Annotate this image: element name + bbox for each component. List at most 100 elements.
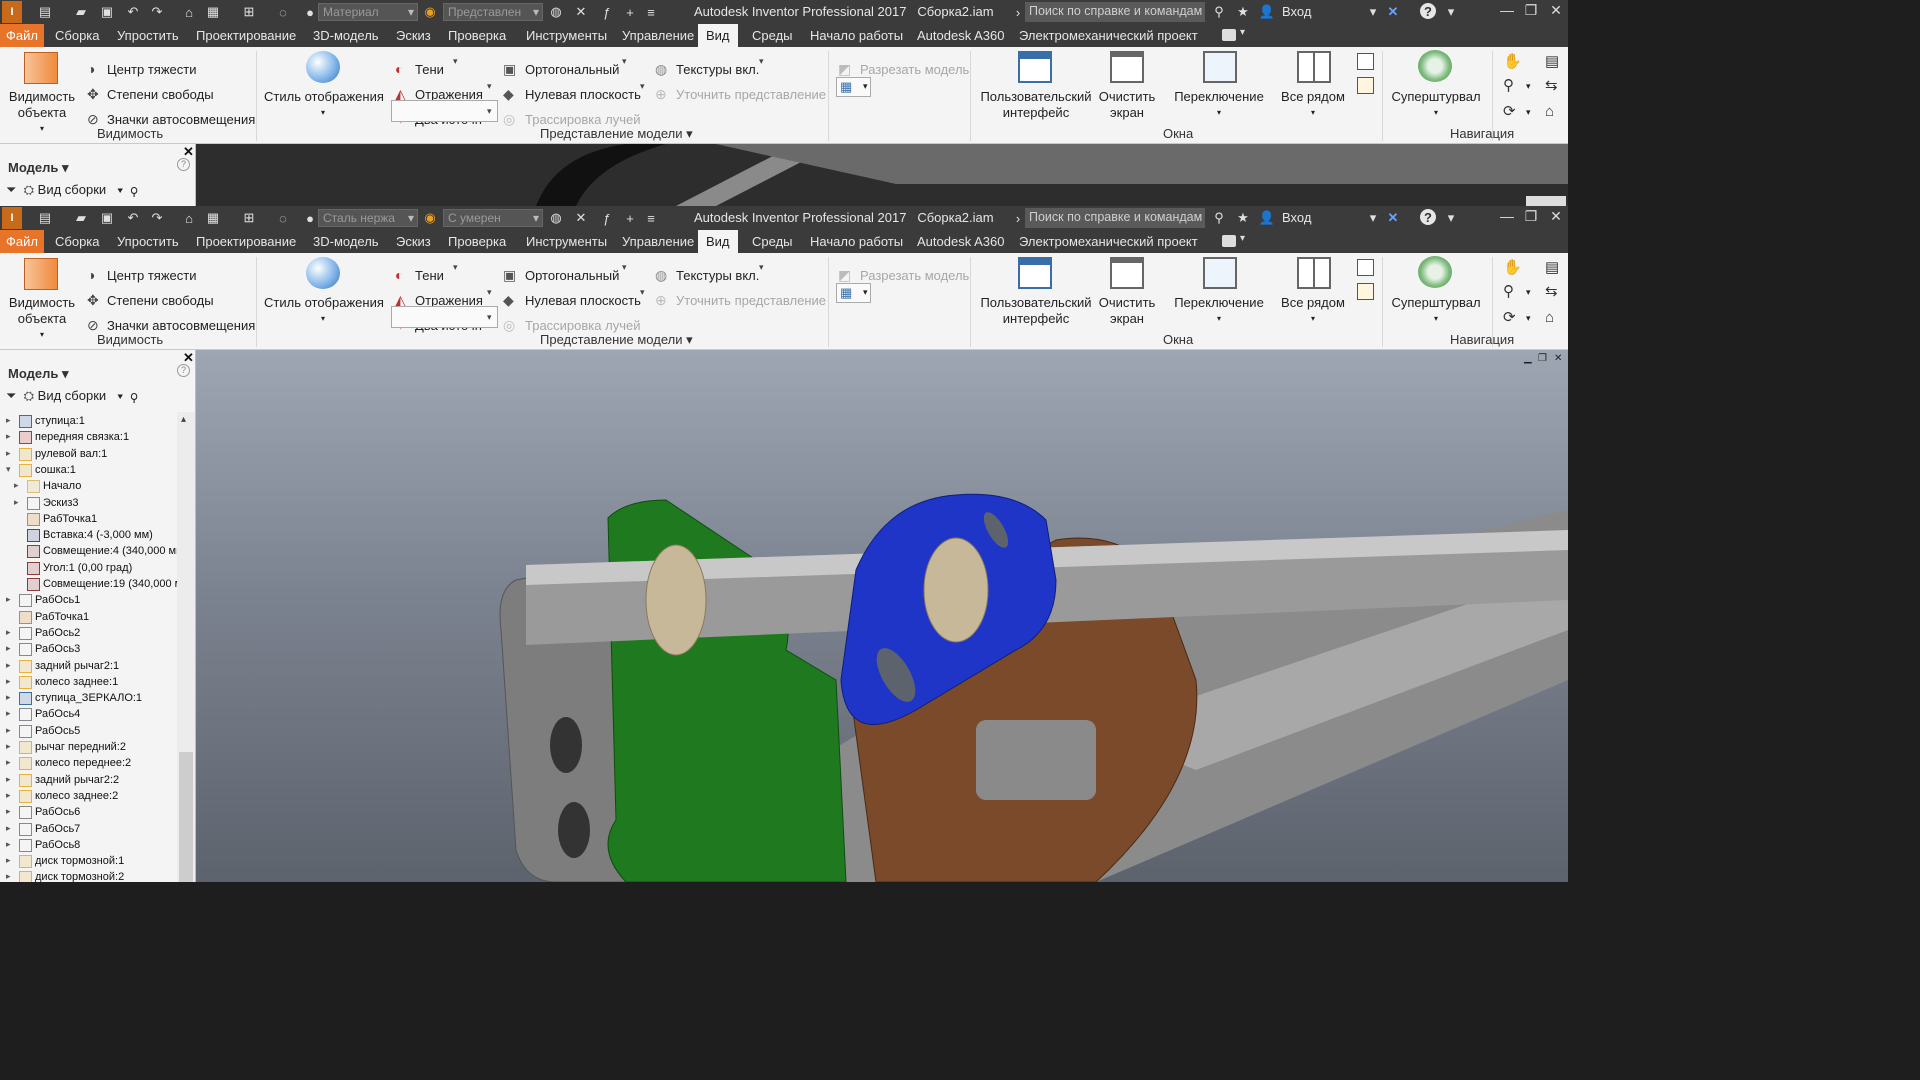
tree-item[interactable]: ▸ рычаг передний:2	[0, 740, 177, 756]
tab-options-icon[interactable]	[1222, 29, 1236, 41]
display-style-button[interactable]: Стиль отображения ▾	[264, 89, 384, 121]
appearance-icon[interactable]: ●	[301, 3, 319, 21]
tab-13[interactable]: Электромеханический проект	[1019, 24, 1198, 47]
textures-dropdown-icon[interactable]: ▾	[759, 262, 764, 273]
appearance-dropdown[interactable]: С умерен	[443, 209, 543, 227]
search-binoculars-icon[interactable]: ⚲	[1210, 209, 1228, 227]
save-icon[interactable]: ▣	[98, 209, 116, 227]
zoom-icon[interactable]: ⚲	[1503, 77, 1520, 94]
tree-expand-icon[interactable]: ▸	[6, 741, 11, 752]
tree-expand-icon[interactable]: ▸	[6, 790, 11, 801]
redo-icon[interactable]: ↷	[148, 3, 166, 21]
tree-expand-icon[interactable]: ▸	[6, 871, 11, 882]
fx-icon[interactable]: ƒ	[598, 3, 616, 21]
exchange-icon[interactable]: ✕	[1384, 209, 1402, 227]
tab-11[interactable]: Начало работы	[810, 230, 903, 253]
user-icon[interactable]: 👤	[1258, 3, 1276, 21]
graphics-viewport[interactable]: ▁❐✕	[196, 144, 1568, 206]
appearance-dropdown[interactable]: Представлен	[443, 3, 543, 21]
tree-expand-icon[interactable]: ▸	[6, 708, 11, 719]
tree-item[interactable]: Угол:1 (0,00 град)	[0, 561, 177, 577]
adjust-icon[interactable]: ◍	[547, 209, 565, 227]
tree-expand-icon[interactable]: ▸	[6, 692, 11, 703]
tab-3[interactable]: Проектирование	[196, 230, 296, 253]
orbit-icon[interactable]: ⟳	[1503, 103, 1520, 120]
ray-tracing-button[interactable]: Трассировка лучей	[525, 318, 640, 333]
tab-0[interactable]: Файл	[0, 24, 44, 47]
browser-view-selector[interactable]: ⏷ ⛭ Вид сборки ▾ ⚲	[6, 182, 138, 198]
tree-item[interactable]: ▸ РабОсь1	[0, 593, 177, 609]
ray-tracing-button[interactable]: Трассировка лучей	[525, 112, 640, 127]
refine-button[interactable]: Уточнить представление	[676, 293, 826, 308]
home-view-icon[interactable]: ⌂	[1545, 309, 1562, 326]
tree-item[interactable]: РабТочка1	[0, 610, 177, 626]
tab-2[interactable]: Упростить	[117, 230, 179, 253]
browser-title[interactable]: Модель ▾	[8, 366, 68, 382]
tree-item[interactable]: ▸ передняя связка:1	[0, 430, 177, 446]
tree-expand-icon[interactable]: ▸	[6, 594, 11, 605]
lighting-dropdown[interactable]	[391, 100, 498, 122]
cascade-icon[interactable]	[1357, 259, 1374, 276]
reflections-dropdown-icon[interactable]: ▾	[487, 81, 492, 92]
tree-item[interactable]: Совмещение:4 (340,000 мм)	[0, 544, 177, 560]
textures-button[interactable]: Текстуры вкл.	[676, 268, 759, 283]
fx-icon[interactable]: ƒ	[598, 209, 616, 227]
pan-icon[interactable]: ✋	[1503, 53, 1522, 70]
tree-item[interactable]: ▸ колесо заднее:2	[0, 789, 177, 805]
user-interface-button[interactable]: Пользовательский интерфейс	[980, 89, 1092, 121]
tree-expand-icon[interactable]: ▸	[6, 725, 11, 736]
tree-item[interactable]: ▸ Эскиз3	[0, 496, 177, 512]
tab-10[interactable]: Среды	[752, 230, 793, 253]
tab-12[interactable]: Autodesk A360	[917, 230, 1004, 253]
find-binoculars-icon[interactable]: ⚲	[131, 182, 138, 197]
tree-item[interactable]: ▸ колесо переднее:2	[0, 756, 177, 772]
ground-plane-dropdown-icon[interactable]: ▾	[640, 287, 645, 298]
select-icon[interactable]: ⊞	[240, 3, 258, 21]
pan-icon[interactable]: ✋	[1503, 259, 1522, 276]
tree-expand-icon[interactable]: ▸	[6, 806, 11, 817]
plus-icon[interactable]: +	[621, 209, 639, 227]
look-at-icon[interactable]: ⇆	[1545, 77, 1562, 94]
tree-item[interactable]: ▸ ступица_ЗЕРКАЛО:1	[0, 691, 177, 707]
favorites-star-icon[interactable]: ★	[1234, 3, 1252, 21]
switch-window-button[interactable]: Переключение ▾	[1170, 295, 1268, 327]
tab-2[interactable]: Упростить	[117, 24, 179, 47]
adjust-icon[interactable]: ◍	[547, 3, 565, 21]
redo-icon[interactable]: ↷	[148, 209, 166, 227]
material-dropdown[interactable]: Материал	[318, 3, 418, 21]
tab-4[interactable]: 3D-модель	[313, 230, 379, 253]
home-icon[interactable]: ⌂	[180, 209, 198, 227]
reflections-dropdown-icon[interactable]: ▾	[487, 287, 492, 298]
help-search-input[interactable]: Поиск по справке и командам	[1025, 2, 1205, 22]
tab-6[interactable]: Проверка	[448, 230, 506, 253]
tree-expand-icon[interactable]: ▸	[6, 855, 11, 866]
center-gravity-button[interactable]: Центр тяжести	[107, 268, 196, 283]
select-icon[interactable]: ⊞	[240, 209, 258, 227]
tab-7[interactable]: Инструменты	[526, 24, 607, 47]
tab-5[interactable]: Эскиз	[396, 24, 431, 47]
scroll-up-icon[interactable]: ▴	[181, 414, 186, 425]
orthographic-dropdown-icon[interactable]: ▾	[622, 56, 627, 67]
tree-expand-icon[interactable]: ▸	[6, 660, 11, 671]
ground-plane-dropdown-icon[interactable]: ▾	[640, 81, 645, 92]
tree-item[interactable]: ▸ РабОсь6	[0, 805, 177, 821]
open-icon[interactable]: ▰	[72, 3, 90, 21]
update-icon[interactable]: ▦	[204, 3, 222, 21]
ground-plane-button[interactable]: Нулевая плоскость	[525, 293, 641, 308]
orthographic-button[interactable]: Ортогональный	[525, 268, 619, 283]
login-dropdown-icon[interactable]: ▾	[1364, 3, 1382, 21]
tree-expand-icon[interactable]: ▸	[6, 839, 11, 850]
look-at-icon[interactable]: ⇆	[1545, 283, 1562, 300]
tree-item[interactable]: ▸ РабОсь8	[0, 838, 177, 854]
clean-screen-button[interactable]: Очистить экран	[1097, 89, 1157, 121]
shadows-dropdown-icon[interactable]: ▾	[453, 262, 458, 273]
cascade-icon[interactable]	[1357, 53, 1374, 70]
more-icon[interactable]: ≡	[642, 209, 660, 227]
tree-item[interactable]: ▸ задний рычаг2:2	[0, 773, 177, 789]
tab-5[interactable]: Эскиз	[396, 230, 431, 253]
object-visibility-icon[interactable]	[24, 258, 58, 290]
shadows-button[interactable]: Тени	[415, 62, 444, 77]
object-visibility-button[interactable]: Видимость объекта ▾	[8, 295, 76, 343]
color-icon[interactable]: ◉	[421, 3, 439, 21]
tree-item[interactable]: ▸ рулевой вал:1	[0, 447, 177, 463]
